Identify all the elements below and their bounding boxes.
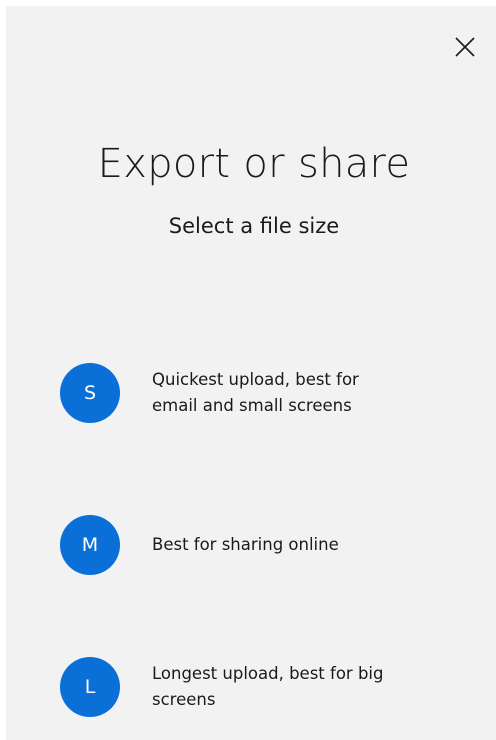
close-button[interactable] xyxy=(450,32,480,62)
option-description-line: Best for sharing online xyxy=(152,535,339,554)
close-icon xyxy=(455,37,475,57)
dialog-title: Export or share xyxy=(97,141,411,187)
dialog-subtitle: Select a file size xyxy=(168,214,340,238)
option-description-small: Quickest upload, best for email and smal… xyxy=(152,367,442,419)
option-description-line: email and small screens xyxy=(152,396,352,415)
file-size-option-medium[interactable]: M Best for sharing online xyxy=(60,515,480,585)
size-badge-large: L xyxy=(60,657,120,717)
file-size-option-large[interactable]: L Longest upload, best for big screens xyxy=(60,657,480,727)
option-description-medium: Best for sharing online xyxy=(152,532,442,558)
option-description-large: Longest upload, best for big screens xyxy=(152,661,442,713)
option-description-line: Quickest upload, best for xyxy=(152,370,359,389)
size-badge-medium: M xyxy=(60,515,120,575)
option-description-line: Longest upload, best for big xyxy=(152,664,384,683)
size-badge-small: S xyxy=(60,363,120,423)
export-dialog: Export or share Select a file size S Qui… xyxy=(6,6,496,740)
file-size-option-small[interactable]: S Quickest upload, best for email and sm… xyxy=(60,363,480,433)
option-description-line: screens xyxy=(152,690,216,709)
